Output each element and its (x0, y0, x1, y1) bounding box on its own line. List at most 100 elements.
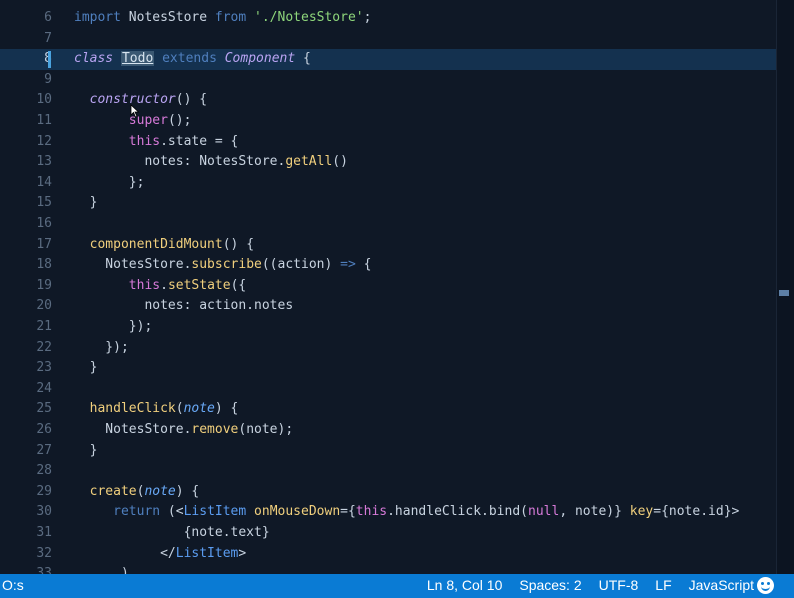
code-line[interactable]: 16 (0, 214, 778, 235)
code-text[interactable]: notes: action.notes (74, 296, 293, 317)
code-text[interactable]: </ListItem> (74, 544, 246, 565)
active-line-marker (48, 51, 51, 69)
code-text[interactable]: import NotesStore from './NotesStore'; (74, 8, 371, 29)
code-line[interactable]: 24 (0, 379, 778, 400)
code-text[interactable]: }; (74, 173, 145, 194)
code-line[interactable]: 9 (0, 70, 778, 91)
code-text[interactable]: notes: NotesStore.getAll() (74, 152, 348, 173)
vertical-scrollbar[interactable] (776, 0, 794, 574)
code-text[interactable]: this.setState({ (74, 276, 246, 297)
line-number: 22 (36, 339, 52, 355)
language-mode[interactable]: JavaScript (689, 577, 754, 593)
code-token: subscribe (191, 257, 262, 273)
line-number: 16 (36, 216, 52, 231)
code-token: note (144, 483, 176, 499)
code-token: . (160, 277, 168, 293)
code-line[interactable]: 33 ) (0, 564, 778, 574)
line-number: 19 (36, 277, 52, 293)
code-line[interactable]: 32 </ListItem> (0, 544, 778, 565)
code-token: NotesStore. (74, 422, 192, 437)
encoding-setting[interactable]: UTF-8 (599, 577, 639, 593)
code-line[interactable]: 17 componentDidMount() { (0, 235, 778, 256)
code-token: Component (224, 51, 296, 67)
code-token: import (74, 10, 129, 25)
scrollbar-thumb[interactable] (779, 290, 789, 296)
line-number: 8 (0, 49, 52, 70)
code-line[interactable]: 20 notes: action.notes (0, 296, 778, 317)
code-line[interactable]: 23 } (0, 358, 778, 379)
code-text[interactable]: }); (74, 317, 153, 338)
code-line[interactable]: 21 }); (0, 317, 778, 338)
code-token: key (629, 504, 654, 520)
code-text[interactable]: } (74, 358, 98, 379)
code-text[interactable]: } (74, 441, 98, 462)
code-line[interactable]: 7 (0, 29, 778, 50)
code-line[interactable]: 6 import NotesStore from './NotesStore'; (0, 8, 778, 29)
code-line[interactable]: 15 } (0, 193, 778, 214)
smiley-icon[interactable] (757, 577, 774, 594)
indentation-setting[interactable]: Spaces: 2 (519, 577, 581, 593)
code-text[interactable]: ) (74, 564, 129, 574)
code-line[interactable]: 12 this.state = { (0, 132, 778, 153)
code-text[interactable]: {note.text} (74, 523, 270, 544)
code-token: ListItem (183, 504, 247, 520)
code-token: () { (175, 92, 208, 108)
code-text[interactable]: NotesStore.remove(note); (74, 420, 293, 441)
code-token: } (74, 442, 98, 458)
code-token: { (355, 257, 372, 273)
code-line[interactable]: 28 (0, 461, 778, 482)
code-line[interactable]: 14 }; (0, 173, 778, 194)
code-line[interactable]: 22 }); (0, 338, 778, 359)
status-left-text[interactable]: O:s (2, 577, 24, 593)
code-token: ) { (175, 483, 200, 499)
code-token: notes: NotesStore. (74, 154, 286, 170)
code-token: ={note.id}> (653, 504, 740, 520)
code-text[interactable]: NotesStore.subscribe((action) => { (74, 255, 371, 276)
cursor-position[interactable]: Ln 8, Col 10 (427, 577, 503, 593)
line-number: 7 (44, 30, 52, 46)
eol-setting[interactable]: LF (655, 577, 671, 593)
code-token: {note.text} (74, 525, 270, 540)
code-line[interactable]: 26 NotesStore.remove(note); (0, 420, 778, 441)
code-token: (note); (238, 422, 294, 437)
code-text[interactable]: class Todo extends Component { (74, 49, 311, 70)
code-editor[interactable]: 6 import NotesStore from './NotesStore'; 7… (0, 0, 778, 574)
code-token: note (183, 401, 215, 417)
code-token: NotesStore (128, 10, 215, 25)
mouse-cursor-icon (130, 104, 140, 118)
code-token: create (89, 483, 137, 499)
code-line[interactable]: 30 return (<ListItem onMouseDown={this.h… (0, 502, 778, 523)
code-token: { (295, 51, 311, 67)
code-line[interactable]: 27 } (0, 441, 778, 462)
code-line[interactable]: 31 {note.text} (0, 523, 778, 544)
code-token: this (355, 504, 388, 520)
line-number: 28 (36, 463, 52, 479)
code-text[interactable]: constructor() { (74, 90, 207, 111)
code-text[interactable]: this.state = { (74, 132, 239, 153)
code-token: onMouseDown (254, 504, 341, 520)
code-token: remove (191, 422, 239, 437)
code-token: .handleClick.bind( (387, 504, 528, 520)
code-line[interactable]: 19 this.setState({ (0, 276, 778, 297)
code-token: }; (74, 174, 145, 190)
code-text[interactable]: } (74, 193, 98, 214)
code-line[interactable]: 29 create(note) { (0, 482, 778, 503)
code-token: ) { (214, 401, 239, 417)
code-line[interactable]: 25 handleClick(note) { (0, 399, 778, 420)
code-token: ((action) (261, 257, 341, 273)
line-number: 12 (36, 133, 52, 149)
code-text[interactable]: return (<ListItem onMouseDown={this.hand… (74, 502, 739, 523)
code-line[interactable]: 11 super(); (0, 111, 778, 132)
code-line[interactable]: 8 class Todo extends Component { (0, 49, 778, 70)
code-text[interactable]: }); (74, 338, 129, 359)
code-line[interactable]: 18 NotesStore.subscribe((action) => { (0, 255, 778, 276)
code-token: ) (74, 566, 129, 574)
code-text[interactable]: handleClick(note) { (74, 399, 239, 420)
code-line[interactable]: 10 constructor() { (0, 90, 778, 111)
code-text[interactable]: componentDidMount() { (74, 235, 254, 256)
code-text[interactable]: create(note) { (74, 482, 200, 503)
code-line[interactable]: 13 notes: NotesStore.getAll() (0, 152, 778, 173)
